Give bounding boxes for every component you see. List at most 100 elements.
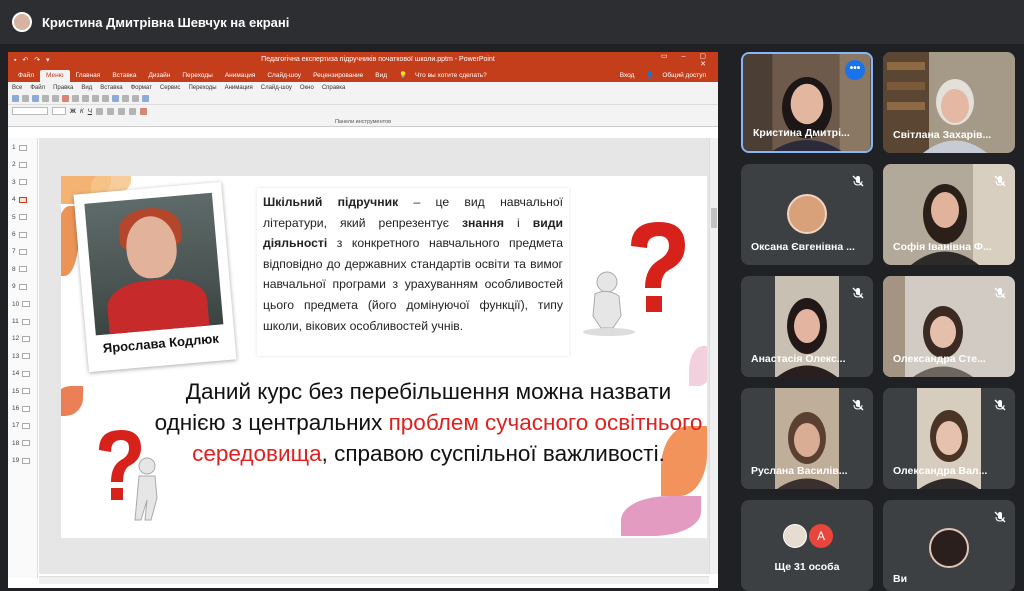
standard-toolbar — [8, 93, 718, 105]
menu-insert[interactable]: Вставка — [100, 85, 122, 91]
portrait-photo — [84, 192, 224, 336]
tell-me-box[interactable]: 💡 Что вы хотите сделать? — [393, 69, 499, 82]
help-icon[interactable] — [142, 95, 149, 102]
menu-edit[interactable]: Правка — [53, 85, 73, 91]
course-statement: Даний курс без перебільшення можна назва… — [151, 376, 706, 469]
slide-thumbnail[interactable]: 11 — [12, 318, 30, 325]
tab-insert[interactable]: Вставка — [106, 70, 142, 82]
participant-tile[interactable]: ••• Кристина Дмитрі... — [741, 52, 873, 153]
participant-name: Анастасія Олекс... — [751, 353, 846, 365]
menu-animation[interactable]: Анимация — [225, 85, 253, 91]
slide-thumbnail[interactable]: 15 — [12, 388, 31, 395]
ppt-window-title: Педагогічна експертиза підручників почат… — [261, 56, 495, 63]
participant-tile[interactable]: Олександра Вал... — [883, 388, 1015, 489]
italic-icon[interactable]: К — [80, 108, 84, 115]
tab-design[interactable]: Дизайн — [142, 70, 176, 82]
redo-icon[interactable] — [102, 95, 109, 102]
table-icon[interactable] — [112, 95, 119, 102]
tab-menu[interactable]: Меню — [39, 70, 70, 82]
menu-file[interactable]: Файл — [30, 85, 45, 91]
open-icon[interactable] — [22, 95, 29, 102]
slide-thumbnail[interactable]: 2 — [12, 161, 27, 168]
slide-thumb-icon — [18, 161, 27, 168]
participant-tile[interactable]: Анастасія Олекс... — [741, 276, 873, 377]
window-controls[interactable]: ▭ – ▢ ✕ — [652, 52, 712, 68]
mic-off-icon — [994, 175, 1006, 187]
slide-thumbnail[interactable]: 17 — [12, 422, 31, 429]
tab-review[interactable]: Рецензирование — [307, 70, 369, 82]
slide-thumbnail[interactable]: 8 — [12, 266, 27, 273]
tab-home[interactable]: Главная — [70, 70, 107, 82]
cut-icon[interactable] — [62, 95, 69, 102]
slide-thumbnail[interactable]: 10 — [12, 301, 31, 308]
participant-name: Світлана Захарів... — [893, 129, 992, 141]
slide-thumbnail[interactable]: 19 — [12, 457, 31, 464]
slide-thumbnail[interactable]: 5 — [12, 214, 27, 221]
menu-slideshow[interactable]: Слайд-шоу — [261, 85, 292, 91]
print-icon[interactable] — [42, 95, 49, 102]
align-right-icon[interactable] — [118, 107, 126, 115]
participant-tile[interactable]: Руслана Василів... — [741, 388, 873, 489]
tab-animation[interactable]: Анимация — [219, 70, 262, 82]
share-button[interactable]: 👤 Общий доступ — [640, 69, 718, 82]
slide-thumbnail[interactable]: 16 — [12, 405, 31, 412]
mic-off-icon — [852, 175, 864, 187]
font-select[interactable] — [12, 107, 48, 115]
signin-link[interactable]: Вход — [614, 70, 641, 82]
menu-window[interactable]: Окно — [300, 85, 314, 91]
participant-tile[interactable]: Оксана Євгенівна ... — [741, 164, 873, 265]
slide-thumbnail[interactable]: 7 — [12, 248, 27, 255]
new-icon[interactable] — [12, 95, 19, 102]
paste-icon[interactable] — [82, 95, 89, 102]
participant-avatar — [787, 194, 827, 234]
menu-transitions[interactable]: Переходы — [188, 85, 216, 91]
slide-number: 1 — [12, 144, 16, 151]
slide-thumbnail[interactable]: 6 — [12, 231, 27, 238]
slide-thumbnail[interactable]: 3 — [12, 179, 27, 186]
preview-icon[interactable] — [52, 95, 59, 102]
slide-thumbnail[interactable]: 18 — [12, 440, 31, 447]
self-tile[interactable]: Ви — [883, 500, 1015, 591]
undo-icon[interactable] — [92, 95, 99, 102]
slide-number: 2 — [12, 161, 16, 169]
align-center-icon[interactable] — [107, 107, 115, 115]
tab-file[interactable]: Файл — [12, 70, 40, 82]
slide-thumbnail[interactable]: 1 — [12, 144, 27, 151]
slide-thumb-icon — [21, 318, 30, 325]
slide-thumbnail[interactable]: 12 — [12, 335, 31, 342]
menu-help[interactable]: Справка — [322, 85, 346, 91]
participant-tile[interactable]: Софія Іванівна Ф... — [883, 164, 1015, 265]
mic-off-icon — [852, 287, 864, 299]
quick-access-toolbar[interactable]: ▪ ↶ ↷ ▾ — [14, 56, 104, 64]
menu-format[interactable]: Формат — [131, 85, 152, 91]
participant-tile[interactable]: Світлана Захарів... — [883, 52, 1015, 153]
slide-thumbnail[interactable]: 9 — [12, 283, 27, 290]
save-icon[interactable] — [32, 95, 39, 102]
slide-thumbnail[interactable]: 4 — [12, 196, 27, 203]
align-left-icon[interactable] — [96, 107, 104, 115]
participant-tile[interactable]: Олександра Сте... — [883, 276, 1015, 377]
slide-thumbnail[interactable]: 13 — [12, 353, 31, 360]
underline-icon[interactable]: Ч — [88, 108, 92, 115]
more-options-icon[interactable]: ••• — [845, 60, 865, 80]
slide-thumb-icon — [18, 248, 27, 255]
menu-all[interactable]: Все — [12, 85, 22, 91]
zoom-icon[interactable] — [132, 95, 139, 102]
menu-view[interactable]: Вид — [81, 85, 92, 91]
menu-tools[interactable]: Сервис — [160, 85, 181, 91]
slide-number: 3 — [12, 178, 16, 186]
tab-view[interactable]: Вид — [369, 70, 393, 82]
tab-transitions[interactable]: Переходы — [176, 70, 219, 82]
slide-thumbnail[interactable]: 14 — [12, 370, 31, 377]
more-participants-tile[interactable]: А Ще 31 особа — [741, 500, 873, 591]
bullets-icon[interactable] — [129, 107, 137, 115]
copy-icon[interactable] — [72, 95, 79, 102]
font-color-icon[interactable] — [140, 107, 148, 115]
bold-icon[interactable]: Ж — [70, 108, 76, 115]
more-participants-label: Ще 31 особа — [774, 561, 840, 573]
chart-icon[interactable] — [122, 95, 129, 102]
horizontal-scrollbar[interactable] — [39, 576, 709, 584]
tab-slideshow[interactable]: Слайд-шоу — [261, 70, 307, 82]
font-size-select[interactable] — [52, 107, 66, 115]
vertical-scrollbar[interactable] — [709, 138, 718, 574]
